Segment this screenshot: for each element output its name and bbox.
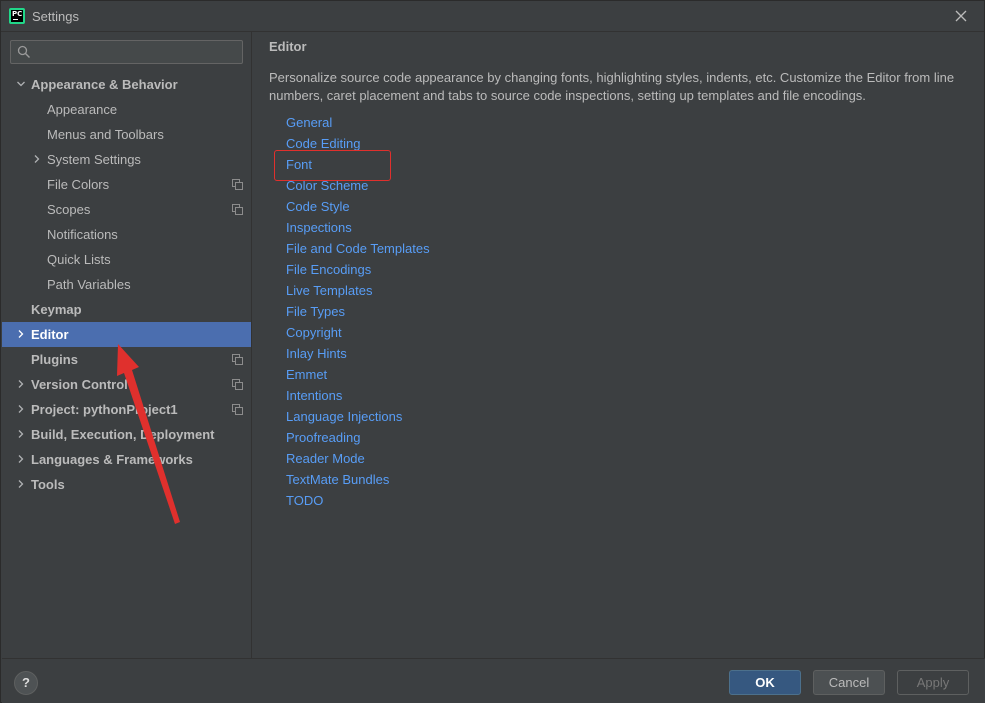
- tree-item-languages-frameworks[interactable]: Languages & Frameworks: [2, 447, 251, 472]
- link-todo[interactable]: TODO: [286, 490, 323, 511]
- dialog-footer: ? OK Cancel Apply: [2, 658, 985, 703]
- tree-item-label: Editor: [31, 327, 69, 342]
- tree-item-label: Tools: [31, 477, 65, 492]
- link-color-scheme[interactable]: Color Scheme: [286, 175, 368, 196]
- chevron-right-icon[interactable]: [16, 322, 26, 347]
- link-intentions[interactable]: Intentions: [286, 385, 342, 406]
- chevron-down-icon[interactable]: [16, 72, 26, 97]
- tree-item-label: Build, Execution, Deployment: [31, 427, 215, 442]
- link-font[interactable]: Font: [286, 154, 312, 175]
- copy-icon: [232, 354, 243, 365]
- window-title: Settings: [32, 9, 79, 24]
- tree-item-quick-lists[interactable]: Quick Lists: [2, 247, 251, 272]
- tree-item-label: Version Control: [31, 377, 128, 392]
- tree-item-scopes[interactable]: Scopes: [2, 197, 251, 222]
- chevron-right-icon[interactable]: [16, 397, 26, 422]
- search-icon: [17, 45, 30, 58]
- link-live-templates[interactable]: Live Templates: [286, 280, 372, 301]
- chevron-right-icon[interactable]: [16, 472, 26, 497]
- tree-item-path-variables[interactable]: Path Variables: [2, 272, 251, 297]
- link-file-code-templates[interactable]: File and Code Templates: [286, 238, 430, 259]
- tree-item-label: Menus and Toolbars: [47, 127, 164, 142]
- tree-item-label: System Settings: [47, 152, 141, 167]
- tree-item-plugins[interactable]: Plugins: [2, 347, 251, 372]
- link-reader-mode[interactable]: Reader Mode: [286, 448, 365, 469]
- link-proofreading[interactable]: Proofreading: [286, 427, 360, 448]
- chevron-right-icon[interactable]: [32, 147, 42, 172]
- tree-item-tools[interactable]: Tools: [2, 472, 251, 497]
- close-button[interactable]: [952, 7, 970, 25]
- link-code-editing[interactable]: Code Editing: [286, 133, 360, 154]
- tree-item-label: Project: pythonProject1: [31, 402, 178, 417]
- copy-icon: [232, 204, 243, 215]
- tree-item-menus-toolbars[interactable]: Menus and Toolbars: [2, 122, 251, 147]
- apply-button[interactable]: Apply: [897, 670, 969, 695]
- search-input[interactable]: [35, 43, 235, 61]
- page-title: Editor: [269, 39, 307, 54]
- tree-item-label: Notifications: [47, 227, 118, 242]
- link-emmet[interactable]: Emmet: [286, 364, 327, 385]
- settings-content: Editor Personalize source code appearanc…: [253, 32, 984, 658]
- pycharm-logo-icon: PC: [9, 8, 25, 24]
- page-description: Personalize source code appearance by ch…: [269, 70, 955, 103]
- copy-icon: [232, 379, 243, 390]
- link-language-injections[interactable]: Language Injections: [286, 406, 402, 427]
- tree-item-label: Appearance: [47, 102, 118, 117]
- settings-sidebar: Appearance & Behavior Appearance Menus a…: [2, 32, 252, 658]
- tree-item-label: Quick Lists: [47, 252, 111, 267]
- link-file-encodings[interactable]: File Encodings: [286, 259, 371, 280]
- tree-item-label: Scopes: [47, 202, 91, 217]
- tree-item-keymap[interactable]: Keymap: [2, 297, 251, 322]
- link-copyright[interactable]: Copyright: [286, 322, 342, 343]
- tree-item-system-settings[interactable]: System Settings: [2, 147, 251, 172]
- link-code-style[interactable]: Code Style: [286, 196, 350, 217]
- copy-icon: [232, 404, 243, 415]
- link-general[interactable]: General: [286, 112, 332, 133]
- tree-item-project[interactable]: Project: pythonProject1: [2, 397, 251, 422]
- chevron-right-icon[interactable]: [16, 422, 26, 447]
- tree-item-label: Path Variables: [47, 277, 131, 292]
- link-inlay-hints[interactable]: Inlay Hints: [286, 343, 347, 364]
- tree-item-label: File Colors: [47, 177, 110, 192]
- tree-item-label: Languages & Frameworks: [31, 452, 193, 467]
- chevron-right-icon[interactable]: [16, 372, 26, 397]
- link-inspections[interactable]: Inspections: [286, 217, 352, 238]
- tree-item-notifications[interactable]: Notifications: [2, 222, 251, 247]
- app-icon-text: PC: [12, 10, 23, 18]
- tree-item-label: Plugins: [31, 352, 78, 367]
- link-file-types[interactable]: File Types: [286, 301, 345, 322]
- close-icon: [955, 10, 967, 22]
- tree-item-label: Keymap: [31, 302, 82, 317]
- tree-item-appearance-behavior[interactable]: Appearance & Behavior: [2, 72, 251, 97]
- tree-item-file-colors[interactable]: File Colors: [2, 172, 251, 197]
- ok-button[interactable]: OK: [729, 670, 801, 695]
- tree-item-editor[interactable]: Editor: [2, 322, 251, 347]
- tree-item-build-execution-deployment[interactable]: Build, Execution, Deployment: [2, 422, 251, 447]
- search-field[interactable]: [10, 40, 243, 64]
- chevron-right-icon[interactable]: [16, 447, 26, 472]
- cancel-button[interactable]: Cancel: [813, 670, 885, 695]
- tree-item-label: Appearance & Behavior: [31, 77, 178, 92]
- tree-item-version-control[interactable]: Version Control: [2, 372, 251, 397]
- link-textmate-bundles[interactable]: TextMate Bundles: [286, 469, 389, 490]
- settings-dialog: PC Settings Appearance & Behavior Appear…: [0, 0, 985, 703]
- tree-item-appearance[interactable]: Appearance: [2, 97, 251, 122]
- title-bar: PC Settings: [1, 1, 984, 32]
- copy-icon: [232, 179, 243, 190]
- help-button[interactable]: ?: [14, 671, 38, 695]
